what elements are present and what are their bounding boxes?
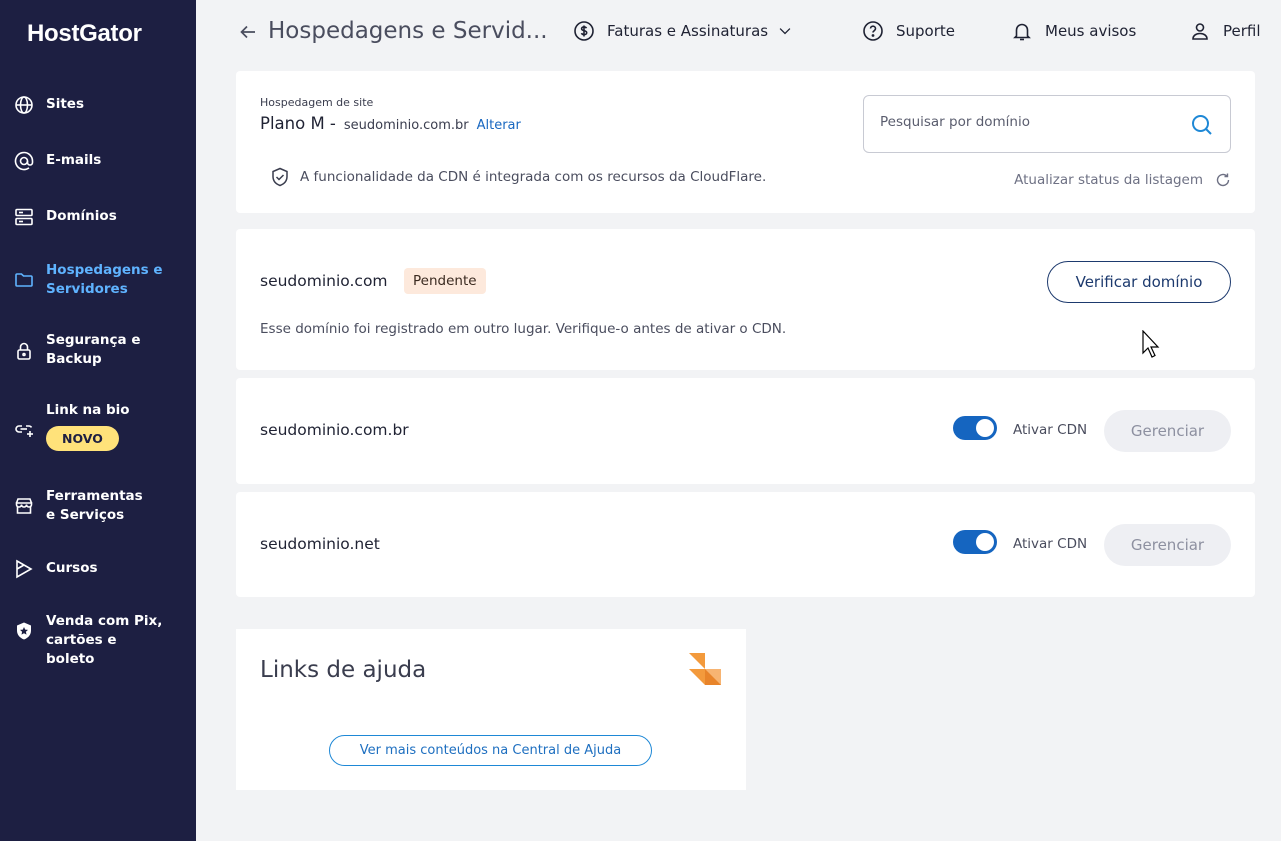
sidebar-item-label: E-mails xyxy=(46,152,102,168)
notices-label: Meus avisos xyxy=(1045,22,1137,40)
help-title: Links de ajuda xyxy=(260,657,427,683)
sidebar-item-label: Domínios xyxy=(46,208,117,224)
sidebar-item-sites[interactable]: Sites xyxy=(0,95,196,115)
plan-name: Plano M - xyxy=(260,114,336,133)
cdn-info-text: A funcionalidade da CDN é integrada com … xyxy=(300,169,767,185)
cdn-toggle-label: Ativar CDN xyxy=(1013,422,1088,438)
sidebar-item-label: Hospedagens e Servidores xyxy=(46,262,163,297)
plan-line: Plano M - seudominio.com.br Alterar xyxy=(260,114,521,133)
search-icon[interactable] xyxy=(1190,113,1214,137)
bell-icon xyxy=(1013,23,1031,41)
dollar-circle-icon xyxy=(574,21,594,41)
toggle-knob xyxy=(976,419,994,437)
sidebar-item-label: Ferramentas e Serviços xyxy=(46,488,143,523)
folder-icon xyxy=(14,270,34,290)
domain-card: seudominio.net Ativar CDN Gerenciar xyxy=(236,492,1255,597)
domain-card-pending: seudominio.com Pendente Verificar domíni… xyxy=(236,229,1255,370)
shield-star-icon xyxy=(14,621,34,641)
sidebar-item-label: Sites xyxy=(46,96,84,112)
domain-name: seudominio.com.br xyxy=(260,421,409,439)
plan-card: Hospedagem de site Plano M - seudominio.… xyxy=(236,71,1255,213)
chevron-down-icon xyxy=(779,28,791,35)
sidebar-item-hosting[interactable]: Hospedagens e Servidores xyxy=(0,261,196,299)
domain-card: seudominio.com.br Ativar CDN Gerenciar xyxy=(236,378,1255,484)
sidebar-item-courses[interactable]: Cursos xyxy=(0,559,196,579)
sidebar: HostGator Sites E-mails Domínios Hospeda… xyxy=(0,0,196,841)
help-center-button[interactable]: Ver mais conteúdos na Central de Ajuda xyxy=(329,735,652,766)
cdn-toggle[interactable] xyxy=(953,530,997,554)
domain-name: seudominio.com xyxy=(260,272,388,290)
link-plus-icon xyxy=(14,419,34,439)
refresh-icon xyxy=(1216,173,1230,187)
cdn-toggle-label: Ativar CDN xyxy=(1013,536,1088,552)
sidebar-item-security[interactable]: Segurança e Backup xyxy=(0,331,196,369)
domain-note: Esse domínio foi registrado em outro lug… xyxy=(260,321,787,337)
hosting-type-label: Hospedagem de site xyxy=(260,96,374,109)
change-plan-link[interactable]: Alterar xyxy=(477,118,521,133)
support-label: Suporte xyxy=(896,22,956,40)
globe-icon xyxy=(14,95,34,115)
lock-icon xyxy=(14,341,34,361)
page-title: Hospedagens e Servid... xyxy=(268,18,548,44)
back-arrow-icon[interactable] xyxy=(238,22,258,42)
store-icon xyxy=(14,496,34,516)
sidebar-item-domains[interactable]: Domínios xyxy=(0,207,196,227)
cdn-info: A funcionalidade da CDN é integrada com … xyxy=(270,167,766,187)
support-link[interactable]: Suporte xyxy=(862,20,955,42)
refresh-label: Atualizar status da listagem xyxy=(1014,172,1203,188)
sidebar-item-label: Link na bio xyxy=(46,402,130,418)
toggle-knob xyxy=(976,533,994,551)
verify-domain-button[interactable]: Verificar domínio xyxy=(1047,261,1231,303)
plan-domain: seudominio.com.br xyxy=(343,118,469,133)
profile-link[interactable]: Perfil xyxy=(1189,20,1261,42)
server-icon xyxy=(14,207,34,227)
top-header: Hospedagens e Servid... Faturas e Assina… xyxy=(196,0,1281,64)
help-brand-icon xyxy=(689,653,721,685)
play-icon xyxy=(14,559,34,579)
help-links-card: Links de ajuda Ver mais conteúdos na Cen… xyxy=(236,629,746,790)
sidebar-item-link-bio[interactable]: Link na bio NOVO xyxy=(0,401,196,451)
at-icon xyxy=(14,151,34,171)
sidebar-item-tools[interactable]: Ferramentas e Serviços xyxy=(0,487,196,525)
refresh-status-link[interactable]: Atualizar status da listagem xyxy=(1014,172,1231,188)
domain-search-input[interactable] xyxy=(880,114,1180,130)
profile-label: Perfil xyxy=(1223,22,1261,40)
help-circle-icon xyxy=(863,21,883,41)
shield-check-icon xyxy=(272,167,288,187)
billing-label: Faturas e Assinaturas xyxy=(607,22,769,40)
domain-search-box[interactable] xyxy=(863,95,1231,153)
sidebar-item-label: Cursos xyxy=(46,560,98,576)
manage-button[interactable]: Gerenciar xyxy=(1104,524,1231,566)
sidebar-item-emails[interactable]: E-mails xyxy=(0,151,196,171)
status-badge: Pendente xyxy=(404,268,486,294)
hostgator-logo[interactable]: HostGator xyxy=(27,20,142,48)
manage-button[interactable]: Gerenciar xyxy=(1104,410,1231,452)
sidebar-item-label: Venda com Pix, cartões e boleto xyxy=(46,613,163,667)
notices-link[interactable]: Meus avisos xyxy=(1011,20,1136,42)
user-icon xyxy=(1192,23,1208,40)
mouse-cursor-icon xyxy=(1142,330,1160,358)
sidebar-item-sales[interactable]: Venda com Pix, cartões e boleto xyxy=(0,612,196,669)
cdn-toggle[interactable] xyxy=(953,416,997,440)
new-badge: NOVO xyxy=(46,426,119,451)
domain-name: seudominio.net xyxy=(260,535,380,553)
sidebar-item-label: Segurança e Backup xyxy=(46,332,141,367)
billing-menu[interactable]: Faturas e Assinaturas xyxy=(573,20,794,42)
